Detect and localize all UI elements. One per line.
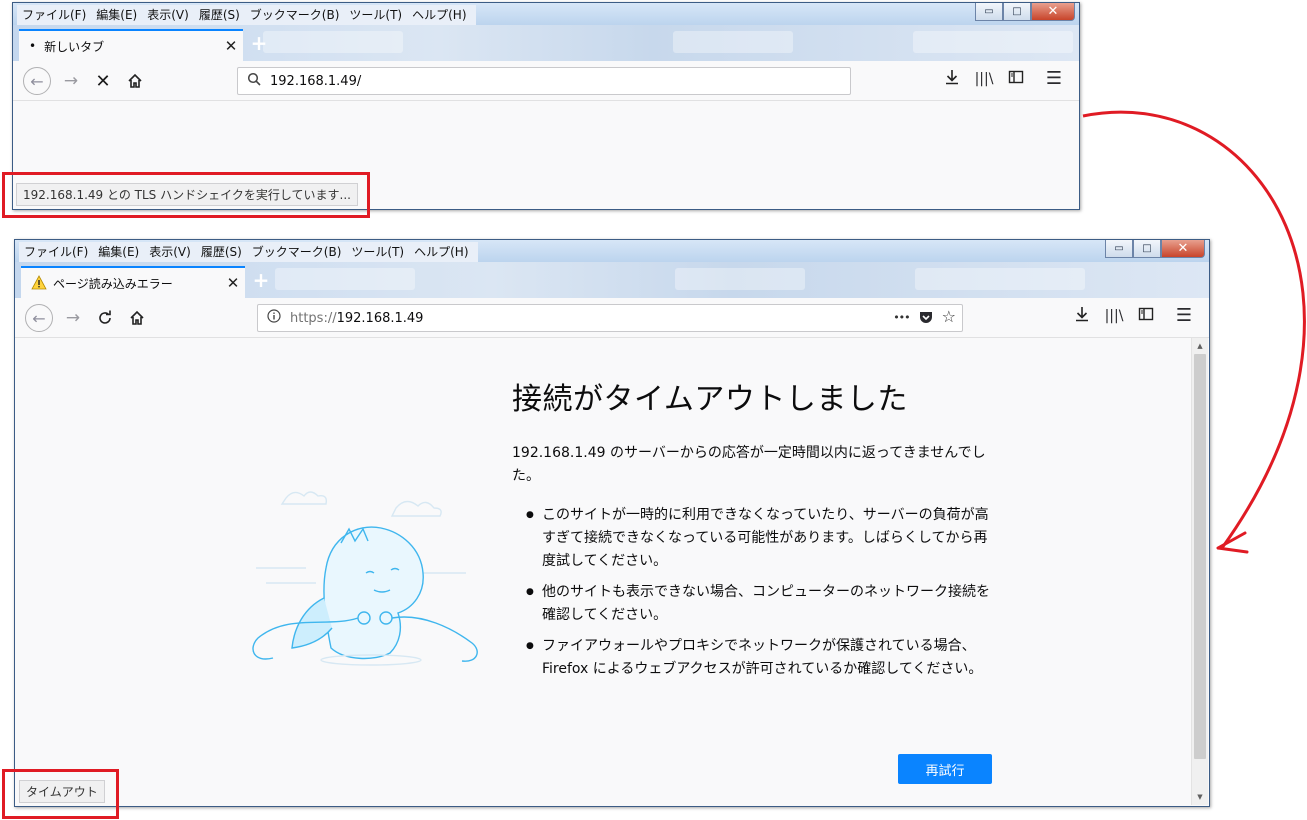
menu-view[interactable]: 表示(V) bbox=[142, 5, 194, 25]
star-icon[interactable]: ☆ bbox=[942, 309, 956, 329]
close-window-button[interactable]: ✕ bbox=[1161, 240, 1205, 258]
menu-history[interactable]: 履歴(S) bbox=[194, 5, 245, 25]
background-ghost bbox=[915, 268, 1085, 290]
scroll-up-icon[interactable]: ▲ bbox=[1192, 338, 1208, 354]
stop-icon[interactable]: ✕ bbox=[89, 67, 117, 95]
annotation-highlight-box bbox=[2, 172, 370, 218]
maximize-button[interactable]: □ bbox=[1003, 3, 1031, 21]
download-icon[interactable] bbox=[1071, 306, 1093, 328]
page-actions-menu-icon[interactable]: ••• bbox=[893, 309, 910, 329]
menu-history[interactable]: 履歴(S) bbox=[196, 242, 247, 262]
background-ghost bbox=[913, 31, 1073, 53]
list-item: このサイトが一時的に利用できなくなっていたり、サーバーの負荷が高すぎて接続できな… bbox=[526, 504, 994, 573]
window-controls: ▭ □ ✕ bbox=[975, 3, 1075, 21]
pocket-icon[interactable] bbox=[918, 309, 934, 329]
tab-page-load-error[interactable]: ページ読み込みエラー ✕ bbox=[21, 266, 245, 298]
menu-help[interactable]: ヘルプ(H) bbox=[407, 5, 471, 25]
list-item: ファイアウォールやプロキシでネットワークが保護されている場合、Firefox に… bbox=[526, 635, 994, 681]
url-bar[interactable]: 192.168.1.49/ bbox=[237, 67, 851, 95]
menu-tools[interactable]: ツール(T) bbox=[344, 5, 407, 25]
disconnected-dinosaur-illustration bbox=[252, 491, 478, 666]
menu-edit[interactable]: 編集(E) bbox=[91, 5, 142, 25]
menu-bookmarks[interactable]: ブックマーク(B) bbox=[245, 5, 345, 25]
menu-bookmarks[interactable]: ブックマーク(B) bbox=[247, 242, 347, 262]
sidebar-icon[interactable] bbox=[1005, 69, 1027, 91]
tab-close-icon[interactable]: ✕ bbox=[221, 274, 245, 292]
url-text: 192.168.1.49/ bbox=[270, 73, 362, 89]
info-icon[interactable] bbox=[266, 309, 282, 327]
error-page: 接続がタイムアウトしました 192.168.1.49 のサーバーからの応答が一定… bbox=[16, 338, 1188, 805]
forward-arrow-icon[interactable]: → bbox=[59, 304, 87, 332]
menu-view[interactable]: 表示(V) bbox=[144, 242, 196, 262]
tab-strip: • 新しいタブ ✕ + bbox=[13, 25, 1079, 61]
home-icon[interactable] bbox=[123, 304, 151, 332]
search-icon bbox=[246, 72, 262, 90]
annotation-highlight-box bbox=[2, 769, 119, 819]
list-item: 他のサイトも表示できない場合、コンピューターのネットワーク接続を確認してください… bbox=[526, 581, 994, 627]
warning-icon bbox=[31, 275, 47, 291]
minimize-button[interactable]: ▭ bbox=[1105, 240, 1133, 258]
suggestion-list: このサイトが一時的に利用できなくなっていたり、サーバーの負荷が高すぎて接続できな… bbox=[526, 504, 994, 689]
tab-strip: ページ読み込みエラー ✕ + bbox=[15, 262, 1209, 298]
error-description: 192.168.1.49 のサーバーからの応答が一定時間以内に返ってきませんでし… bbox=[512, 445, 986, 484]
menu-help[interactable]: ヘルプ(H) bbox=[409, 242, 473, 262]
close-window-button[interactable]: ✕ bbox=[1031, 3, 1075, 21]
menu-tools[interactable]: ツール(T) bbox=[346, 242, 409, 262]
url-text: https://192.168.1.49 bbox=[290, 311, 423, 326]
navigation-toolbar: ← → ✕ 192.168.1.49/ |||\ ☰ bbox=[13, 61, 1079, 101]
menu-bar: ファイル(F) 編集(E) 表示(V) 履歴(S) ブックマーク(B) ツール(… bbox=[17, 5, 476, 25]
background-ghost bbox=[675, 268, 805, 290]
library-icon[interactable]: |||\ bbox=[1103, 306, 1125, 328]
new-tab-icon[interactable]: + bbox=[249, 270, 273, 292]
back-arrow-icon[interactable]: ← bbox=[23, 67, 51, 95]
tab-label: 新しいタブ bbox=[44, 39, 105, 54]
home-icon[interactable] bbox=[121, 67, 149, 95]
reload-icon[interactable] bbox=[91, 304, 119, 332]
scrollbar-thumb[interactable] bbox=[1194, 354, 1206, 759]
forward-arrow-icon[interactable]: → bbox=[57, 67, 85, 95]
minimize-button[interactable]: ▭ bbox=[975, 3, 1003, 21]
navigation-toolbar: ← → https://192.168.1.49 ••• ☆ |||\ ☰ bbox=[15, 298, 1209, 338]
tab-label: ページ読み込みエラー bbox=[53, 276, 173, 291]
scroll-down-icon[interactable]: ▼ bbox=[1192, 789, 1208, 805]
menu-edit[interactable]: 編集(E) bbox=[93, 242, 144, 262]
hamburger-menu-icon[interactable]: ☰ bbox=[1043, 69, 1065, 91]
maximize-button[interactable]: □ bbox=[1133, 240, 1161, 258]
background-ghost bbox=[673, 31, 793, 53]
url-bar[interactable]: https://192.168.1.49 ••• ☆ bbox=[257, 304, 963, 332]
url-scheme: https:// bbox=[290, 310, 337, 326]
vertical-scrollbar[interactable]: ▲ ▼ bbox=[1191, 338, 1208, 805]
url-host: 192.168.1.49 bbox=[336, 310, 424, 326]
new-tab-icon[interactable]: + bbox=[247, 33, 271, 55]
menu-file[interactable]: ファイル(F) bbox=[19, 242, 93, 262]
menu-bar: ファイル(F) 編集(E) 表示(V) 履歴(S) ブックマーク(B) ツール(… bbox=[19, 242, 478, 262]
menu-file[interactable]: ファイル(F) bbox=[17, 5, 91, 25]
sidebar-icon[interactable] bbox=[1135, 306, 1157, 328]
library-icon[interactable]: |||\ bbox=[973, 69, 995, 91]
tab-new-tab[interactable]: • 新しいタブ ✕ bbox=[19, 29, 243, 61]
background-ghost bbox=[275, 268, 415, 290]
hamburger-menu-icon[interactable]: ☰ bbox=[1173, 306, 1195, 328]
tab-close-icon[interactable]: ✕ bbox=[219, 37, 243, 55]
error-title: 接続がタイムアウトしました bbox=[512, 382, 908, 417]
tab-bullet: • bbox=[29, 39, 37, 53]
window-controls: ▭ □ ✕ bbox=[1105, 240, 1205, 258]
download-icon[interactable] bbox=[941, 69, 963, 91]
page-actions: ••• ☆ bbox=[893, 309, 956, 329]
background-ghost bbox=[263, 31, 403, 53]
browser-window-error: ファイル(F) 編集(E) 表示(V) 履歴(S) ブックマーク(B) ツール(… bbox=[14, 239, 1210, 807]
back-arrow-icon[interactable]: ← bbox=[25, 304, 53, 332]
retry-button[interactable]: 再試行 bbox=[898, 754, 992, 784]
